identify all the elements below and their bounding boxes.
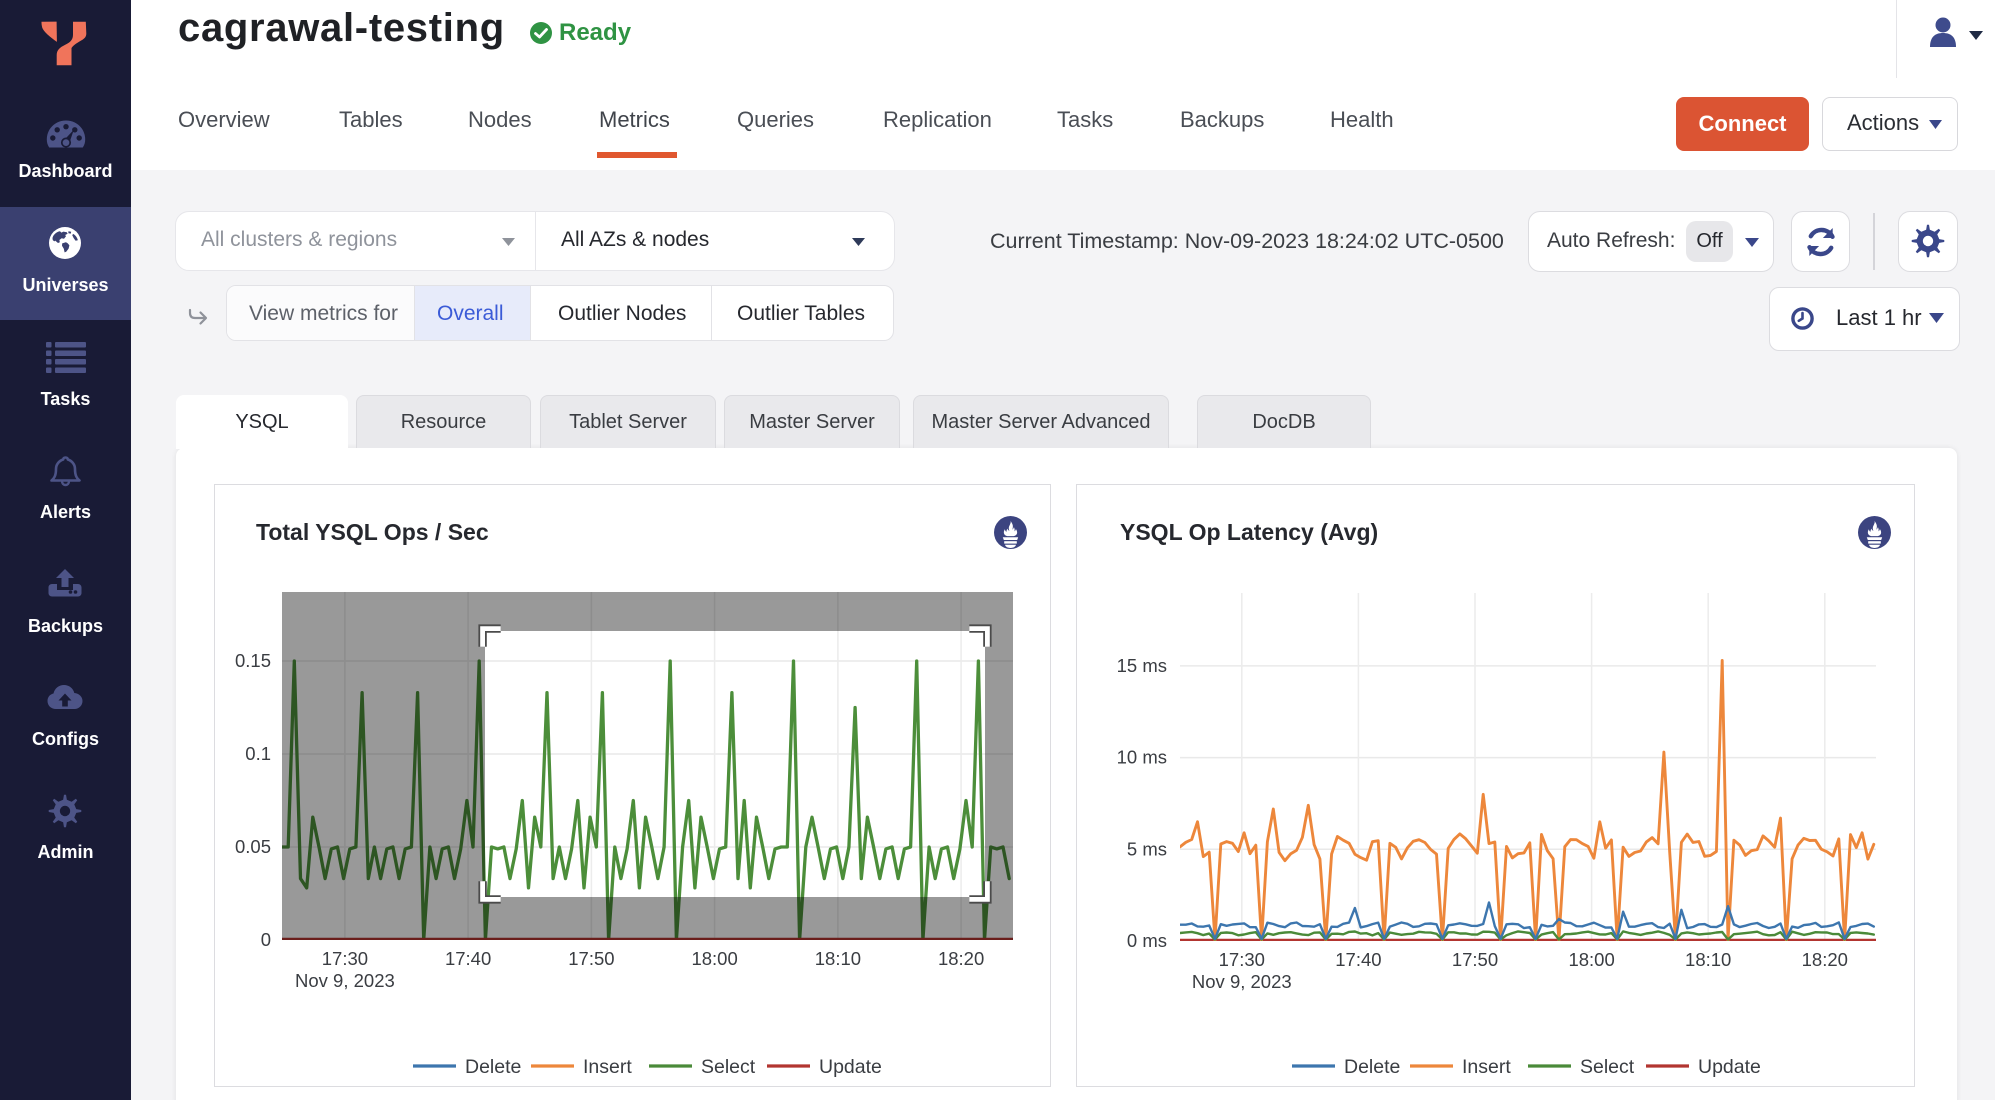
svg-text:18:10: 18:10 <box>1685 949 1731 970</box>
svg-text:17:50: 17:50 <box>1452 949 1498 970</box>
svg-text:Select: Select <box>701 1056 756 1078</box>
svg-text:15 ms: 15 ms <box>1117 655 1167 676</box>
svg-text:18:20: 18:20 <box>938 948 984 969</box>
svg-text:Select: Select <box>1580 1056 1635 1078</box>
svg-text:0: 0 <box>261 929 271 950</box>
svg-text:Update: Update <box>1698 1056 1761 1078</box>
svg-text:17:50: 17:50 <box>568 948 614 969</box>
svg-text:17:40: 17:40 <box>1335 949 1381 970</box>
svg-text:10 ms: 10 ms <box>1117 747 1167 768</box>
svg-text:0.05: 0.05 <box>235 836 271 857</box>
svg-text:0.15: 0.15 <box>235 650 271 671</box>
svg-text:0.1: 0.1 <box>245 743 271 764</box>
svg-text:18:00: 18:00 <box>1568 949 1614 970</box>
svg-text:Insert: Insert <box>1462 1056 1511 1078</box>
svg-text:17:40: 17:40 <box>445 948 491 969</box>
svg-text:18:00: 18:00 <box>691 948 737 969</box>
svg-text:17:30: 17:30 <box>322 948 368 969</box>
svg-text:Nov 9, 2023: Nov 9, 2023 <box>1192 971 1292 992</box>
svg-text:Insert: Insert <box>583 1056 632 1078</box>
svg-text:18:20: 18:20 <box>1802 949 1848 970</box>
svg-text:Nov 9, 2023: Nov 9, 2023 <box>295 970 395 991</box>
svg-text:Delete: Delete <box>1344 1056 1400 1078</box>
svg-text:5 ms: 5 ms <box>1127 838 1167 859</box>
svg-text:18:10: 18:10 <box>815 948 861 969</box>
svg-text:0 ms: 0 ms <box>1127 930 1167 951</box>
svg-text:17:30: 17:30 <box>1219 949 1265 970</box>
svg-text:Delete: Delete <box>465 1056 521 1078</box>
svg-text:Update: Update <box>819 1056 882 1078</box>
